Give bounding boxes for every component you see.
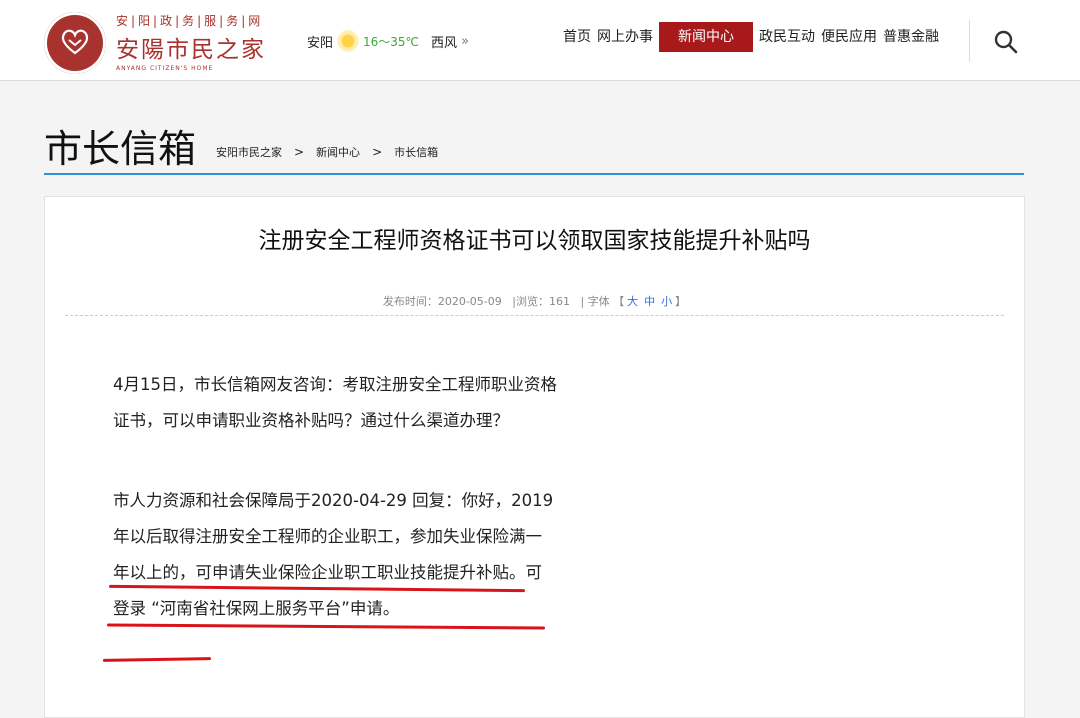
weather-wind: 西风 [431,35,458,51]
meta-divider [65,315,1004,316]
site-logo-emblem[interactable] [44,12,106,74]
site-header: 安|阳|政|务|服|务|网 安陽市民之家 ANYANG CITIZEN'S HO… [0,0,1080,81]
logo-english: ANYANG CITIZEN'S HOME [116,65,214,72]
logo-title: 安陽市民之家 [116,37,266,63]
search-icon[interactable] [993,29,1019,55]
article-paragraph: 市人力资源和社会保障局于2020-04-29 回复：你好，2019年以后取得注册… [113,491,554,618]
article-paragraph: 4月15日，市长信箱网友咨询：考取注册安全工程师职业资格证书，可以申请职业资格补… [113,375,557,430]
font-size-medium-button[interactable]: 中 [644,295,655,308]
font-size-label: | 字体 [580,295,610,308]
nav-item-convenience[interactable]: 便民应用 [818,22,880,52]
breadcrumb-home[interactable]: 安阳市民之家 [216,144,282,160]
article-panel: 注册安全工程师资格证书可以领取国家技能提升补贴吗 发布时间：2020-05-09… [44,196,1025,718]
font-size-large-button[interactable]: 大 [627,295,638,308]
breadcrumb-separator: > [294,145,305,159]
font-bracket-close: 】 [675,295,687,308]
nav-item-online-services[interactable]: 网上办事 [594,22,656,52]
publish-date: 发布时间：2020-05-09 [382,295,502,308]
site-logo-text[interactable]: 安|阳|政|务|服|务|网 安陽市民之家 ANYANG CITIZEN'S HO… [116,12,291,72]
font-bracket-open: 【 [613,295,625,308]
article-title: 注册安全工程师资格证书可以领取国家技能提升补贴吗 [258,228,811,254]
nav-item-home[interactable]: 首页 [560,22,594,52]
nav-divider [969,20,970,62]
breadcrumb-current[interactable]: 市长信箱 [394,144,438,160]
weather-city: 安阳 [307,35,334,51]
view-count: |浏览：161 [512,295,570,308]
font-size-small-button[interactable]: 小 [661,295,672,308]
title-divider [44,173,1024,175]
weather-more-link[interactable]: » [461,34,469,49]
nav-item-news-center[interactable]: 新闻中心 [659,22,753,52]
main-nav: 首页 网上办事 新闻中心 政民互动 便民应用 普惠金融 [560,22,942,52]
heart-hands-icon [61,29,89,55]
article-meta: 发布时间：2020-05-09 |浏览：161 | 字体 【大中小】 [45,293,1024,309]
sunny-icon [337,30,360,52]
breadcrumb: 安阳市民之家 > 新闻中心 > 市长信箱 [216,144,438,160]
weather-temperature: 16～35℃ [363,34,420,49]
breadcrumb-separator: > [372,145,383,159]
nav-item-interaction[interactable]: 政民互动 [756,22,818,52]
weather-widget: 安阳 16～35℃ 西风 » [307,30,469,52]
breadcrumb-news-center[interactable]: 新闻中心 [316,144,360,160]
logo-subtitle: 安|阳|政|务|服|务|网 [116,14,264,28]
nav-item-finance[interactable]: 普惠金融 [880,22,942,52]
page-title: 市长信箱 [44,127,197,171]
